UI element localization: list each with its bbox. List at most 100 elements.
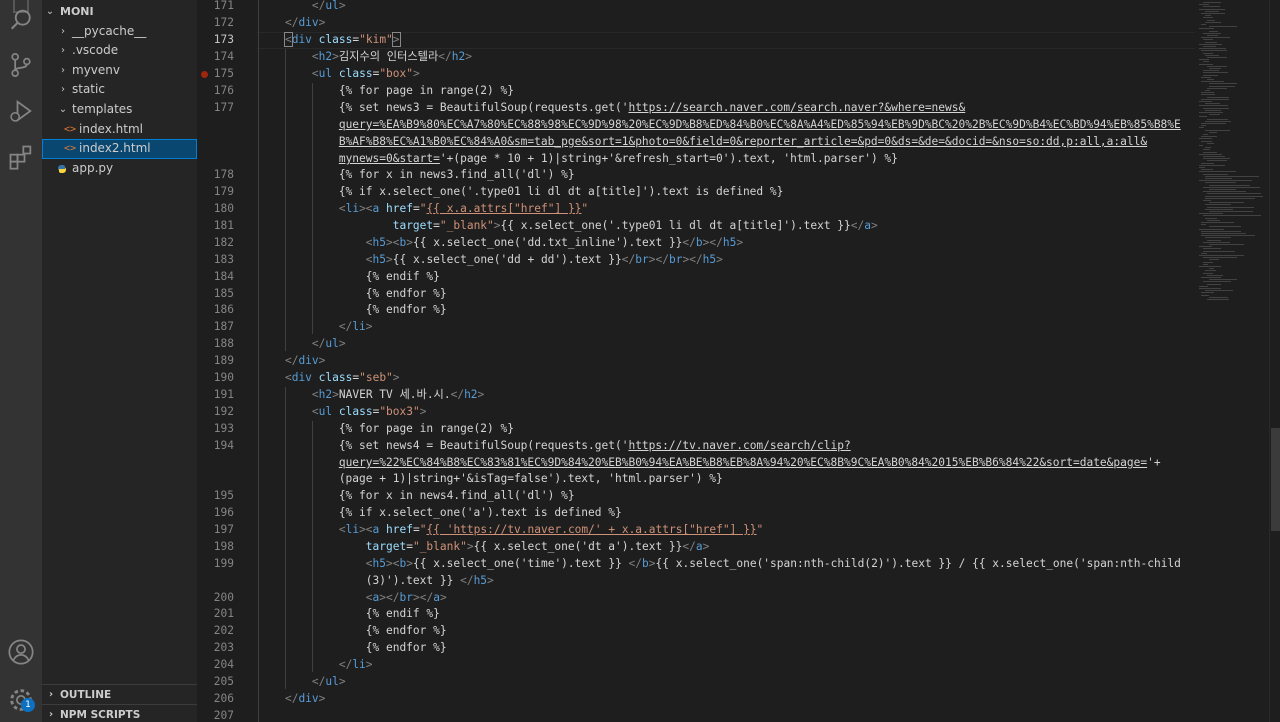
tree-item-index2-html[interactable]: <> index2.html — [42, 139, 197, 159]
minimap-line — [1203, 52, 1213, 54]
code-line: {% for x in news4.find_all('dl') %} — [258, 489, 575, 502]
code-line: {% endfor %} — [258, 624, 447, 637]
minimap-line — [1201, 98, 1229, 100]
minimap-line — [1209, 268, 1214, 270]
minimap-line — [1203, 186, 1261, 188]
code-line: query=%EA%B9%80%EC%A7%80%EC%88%98%EC%9D%… — [338, 118, 1181, 131]
line-number: 196 — [213, 506, 234, 519]
minimap-line — [1199, 59, 1209, 61]
minimap-line — [1205, 21, 1222, 23]
minimap-line — [1201, 92, 1214, 94]
line-number: 180 — [213, 202, 234, 215]
line-number: 184 — [213, 270, 234, 283]
chevron-right-icon: › — [61, 25, 65, 37]
minimap-line — [1207, 193, 1262, 195]
minimap-line — [1201, 235, 1255, 237]
tree-item-vscode[interactable]: › .vscode — [42, 41, 197, 61]
minimap-line — [1209, 85, 1235, 87]
root-folder-label: MONI — [60, 5, 94, 18]
minimap-line — [1201, 123, 1226, 124]
line-number: 193 — [213, 422, 234, 435]
minimap[interactable] — [1199, 0, 1269, 722]
outline-section[interactable]: › OUTLINE — [42, 684, 197, 704]
minimap-line — [1199, 246, 1212, 248]
minimap-line — [1205, 103, 1221, 105]
tree-item-templates[interactable]: ⌄ templates — [42, 100, 197, 120]
minimap-line — [1209, 26, 1238, 28]
minimap-line — [1205, 90, 1210, 91]
line-number-gutter[interactable]: 171 172 173 174 175 176 177 178 179 180 … — [197, 0, 247, 722]
tree-item-myvenv[interactable]: › myvenv — [42, 61, 197, 81]
minimap-line — [1205, 270, 1216, 272]
line-number: 173 — [213, 33, 234, 46]
code-line: {% for x in news3.find_all('dl') %} — [258, 168, 575, 181]
line-number: 186 — [213, 303, 234, 316]
line-number: 174 — [213, 50, 234, 63]
line-number: 198 — [213, 540, 234, 553]
minimap-line — [1201, 81, 1225, 83]
scrollbar-thumb[interactable] — [1271, 428, 1280, 531]
tree-item-label: index.html — [79, 121, 143, 136]
minimap-line — [1203, 173, 1228, 175]
line-number: 200 — [213, 591, 234, 604]
minimap-line — [1209, 131, 1217, 133]
source-control-icon[interactable] — [7, 51, 35, 79]
line-number: 191 — [213, 388, 234, 401]
line-number: 185 — [213, 287, 234, 300]
line-number: 197 — [213, 523, 234, 536]
code-line: <ul class="box"> — [311, 67, 420, 80]
code-line: </div> — [284, 16, 326, 29]
run-debug-icon[interactable] — [7, 97, 35, 125]
tree-item-pycache[interactable]: › __pycache__ — [42, 22, 197, 42]
minimap-line — [1199, 112, 1223, 113]
code-line: <li><a href="{{ 'https://tv.naver.com/' … — [338, 523, 764, 536]
line-number: 202 — [213, 624, 234, 637]
code-line: <h5>{{ x.select_one('dd + dd').text }}</… — [365, 253, 723, 266]
minimap-line — [1199, 101, 1212, 102]
minimap-line — [1203, 257, 1238, 259]
minimap-line — [1199, 63, 1214, 65]
minimap-line — [1209, 226, 1242, 228]
npm-scripts-section[interactable]: › NPM SCRIPTS — [42, 704, 197, 722]
minimap-line — [1201, 294, 1209, 296]
minimap-line — [1199, 285, 1209, 287]
account-icon[interactable] — [7, 638, 35, 666]
minimap-line — [1207, 160, 1227, 162]
minimap-line — [1205, 175, 1259, 177]
html-file-icon: <> — [64, 123, 77, 135]
minimap-line — [1201, 24, 1207, 25]
code-line: {% set news3 = BeautifulSoup(requests.ge… — [258, 101, 966, 114]
code-line: {% if x.select_one('.type01 li dl dt a[t… — [258, 185, 784, 198]
minimap-line — [1203, 263, 1208, 265]
line-number: 183 — [213, 253, 234, 266]
line-number: 195 — [213, 489, 234, 502]
tree-item-static[interactable]: › static — [42, 80, 197, 100]
code-editor[interactable]: 171 172 173 174 175 176 177 178 179 180 … — [197, 0, 1280, 722]
minimap-line — [1201, 13, 1225, 14]
vertical-scrollbar[interactable] — [1269, 0, 1280, 722]
minimap-line — [1199, 48, 1227, 50]
minimap-line — [1201, 37, 1230, 39]
line-number: 178 — [213, 168, 234, 181]
minimap-line — [1201, 292, 1214, 294]
code-line: {% endfor %} — [258, 641, 447, 654]
line-number: 175 — [213, 67, 234, 80]
code-area[interactable]: </ul> </div> <div class="kim"> <h2>김지수의 … — [258, 0, 1198, 722]
minimap-line — [1203, 17, 1213, 19]
line-number: 182 — [213, 236, 234, 249]
tree-item-app-py[interactable]: app.py — [42, 159, 197, 179]
extensions-icon[interactable] — [7, 143, 35, 171]
minimap-line — [1205, 182, 1237, 184]
outline-section-label: OUTLINE — [60, 689, 112, 701]
minimap-line — [1203, 261, 1213, 263]
minimap-line — [1201, 277, 1221, 278]
explorer-root-folder[interactable]: ⌄ MONI — [42, 2, 197, 22]
code-line: {% endif %} — [258, 607, 440, 620]
code-line: </div> — [284, 354, 326, 367]
minimap-line — [1199, 288, 1222, 289]
minimap-line — [1201, 233, 1246, 234]
minimap-line — [1209, 202, 1244, 204]
search-icon[interactable] — [7, 6, 35, 34]
minimap-line — [1199, 105, 1228, 107]
tree-item-index-html[interactable]: <> index.html — [42, 120, 197, 140]
